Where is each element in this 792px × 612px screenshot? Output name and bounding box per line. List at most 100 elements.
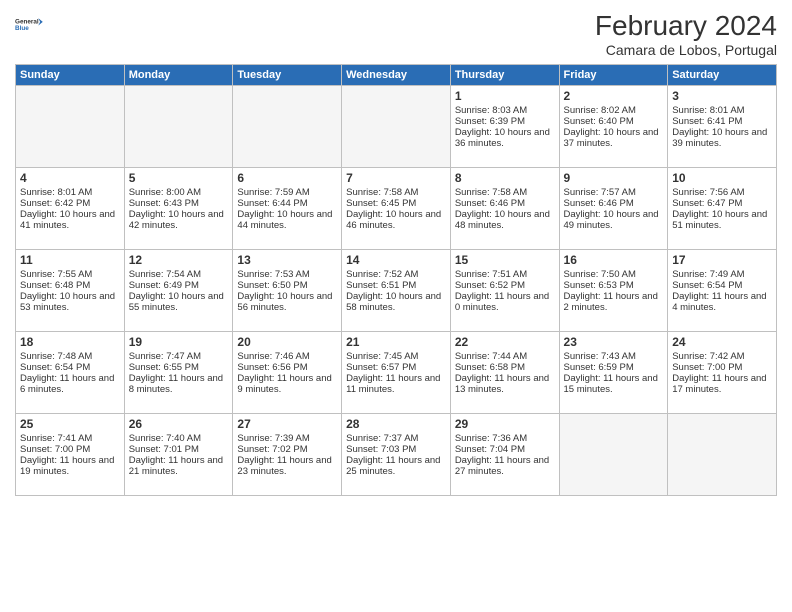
day-number: 8 bbox=[455, 171, 555, 185]
day-number: 16 bbox=[564, 253, 664, 267]
day-info: Sunrise: 7:52 AM bbox=[346, 269, 446, 280]
day-number: 7 bbox=[346, 171, 446, 185]
day-cell: 6Sunrise: 7:59 AMSunset: 6:44 PMDaylight… bbox=[233, 168, 342, 250]
day-info: Sunset: 6:41 PM bbox=[672, 116, 772, 127]
day-cell: 26Sunrise: 7:40 AMSunset: 7:01 PMDayligh… bbox=[124, 414, 233, 496]
header-cell-wednesday: Wednesday bbox=[342, 65, 451, 86]
day-info: Daylight: 11 hours and 25 minutes. bbox=[346, 455, 446, 477]
day-info: Sunrise: 7:51 AM bbox=[455, 269, 555, 280]
day-info: Sunset: 7:01 PM bbox=[129, 444, 229, 455]
day-info: Daylight: 11 hours and 21 minutes. bbox=[129, 455, 229, 477]
day-number: 5 bbox=[129, 171, 229, 185]
day-info: Sunset: 6:54 PM bbox=[20, 362, 120, 373]
day-number: 11 bbox=[20, 253, 120, 267]
day-info: Daylight: 10 hours and 37 minutes. bbox=[564, 127, 664, 149]
day-info: Daylight: 10 hours and 42 minutes. bbox=[129, 209, 229, 231]
header-row: SundayMondayTuesdayWednesdayThursdayFrid… bbox=[16, 65, 777, 86]
day-info: Daylight: 11 hours and 2 minutes. bbox=[564, 291, 664, 313]
day-number: 20 bbox=[237, 335, 337, 349]
day-cell: 24Sunrise: 7:42 AMSunset: 7:00 PMDayligh… bbox=[668, 332, 777, 414]
day-info: Sunrise: 8:00 AM bbox=[129, 187, 229, 198]
week-row-1: 1Sunrise: 8:03 AMSunset: 6:39 PMDaylight… bbox=[16, 86, 777, 168]
day-info: Sunset: 6:47 PM bbox=[672, 198, 772, 209]
day-info: Daylight: 11 hours and 27 minutes. bbox=[455, 455, 555, 477]
day-cell: 17Sunrise: 7:49 AMSunset: 6:54 PMDayligh… bbox=[668, 250, 777, 332]
day-info: Daylight: 11 hours and 9 minutes. bbox=[237, 373, 337, 395]
day-info: Sunset: 6:54 PM bbox=[672, 280, 772, 291]
day-info: Daylight: 10 hours and 56 minutes. bbox=[237, 291, 337, 313]
day-info: Sunrise: 8:02 AM bbox=[564, 105, 664, 116]
day-info: Sunset: 6:44 PM bbox=[237, 198, 337, 209]
logo-icon: GeneralBlue bbox=[15, 10, 45, 40]
week-row-4: 18Sunrise: 7:48 AMSunset: 6:54 PMDayligh… bbox=[16, 332, 777, 414]
day-info: Sunset: 7:04 PM bbox=[455, 444, 555, 455]
day-number: 2 bbox=[564, 89, 664, 103]
day-cell: 11 Sunrise: 7:55 AMSunset: 6:48 PMDayligh… bbox=[16, 250, 125, 332]
day-cell bbox=[668, 414, 777, 496]
day-cell: 10Sunrise: 7:56 AMSunset: 6:47 PMDayligh… bbox=[668, 168, 777, 250]
header-cell-tuesday: Tuesday bbox=[233, 65, 342, 86]
day-info: Sunrise: 7:49 AM bbox=[672, 269, 772, 280]
day-cell: 14 Sunrise: 7:52 AMSunset: 6:51 PMDayligh… bbox=[342, 250, 451, 332]
day-info: Sunrise: 7:36 AM bbox=[455, 433, 555, 444]
day-info: Sunset: 6:51 PM bbox=[346, 280, 446, 291]
day-info: Sunset: 6:39 PM bbox=[455, 116, 555, 127]
day-number: 14 bbox=[346, 253, 446, 267]
day-number: 22 bbox=[455, 335, 555, 349]
day-info: Sunrise: 7:45 AM bbox=[346, 351, 446, 362]
day-info: Sunrise: 7:47 AM bbox=[129, 351, 229, 362]
day-info: Daylight: 11 hours and 6 minutes. bbox=[20, 373, 120, 395]
day-number: 13 bbox=[237, 253, 337, 267]
day-number: 6 bbox=[237, 171, 337, 185]
day-info: Sunset: 6:46 PM bbox=[455, 198, 555, 209]
day-info: Daylight: 10 hours and 39 minutes. bbox=[672, 127, 772, 149]
day-info: Daylight: 10 hours and 44 minutes. bbox=[237, 209, 337, 231]
day-number: 19 bbox=[129, 335, 229, 349]
day-cell: 18Sunrise: 7:48 AMSunset: 6:54 PMDayligh… bbox=[16, 332, 125, 414]
day-number: 17 bbox=[672, 253, 772, 267]
day-cell: 20Sunrise: 7:46 AMSunset: 6:56 PMDayligh… bbox=[233, 332, 342, 414]
day-info: Daylight: 11 hours and 15 minutes. bbox=[564, 373, 664, 395]
day-info: Daylight: 10 hours and 53 minutes. bbox=[20, 291, 120, 313]
week-row-5: 25Sunrise: 7:41 AMSunset: 7:00 PMDayligh… bbox=[16, 414, 777, 496]
day-cell: 8Sunrise: 7:58 AMSunset: 6:46 PMDaylight… bbox=[450, 168, 559, 250]
day-info: Daylight: 11 hours and 17 minutes. bbox=[672, 373, 772, 395]
day-cell: 3Sunrise: 8:01 AMSunset: 6:41 PMDaylight… bbox=[668, 86, 777, 168]
day-cell bbox=[16, 86, 125, 168]
day-number: 12 bbox=[129, 253, 229, 267]
day-info: Sunset: 6:53 PM bbox=[564, 280, 664, 291]
day-number: 10 bbox=[672, 171, 772, 185]
day-info: Daylight: 10 hours and 48 minutes. bbox=[455, 209, 555, 231]
day-number: 9 bbox=[564, 171, 664, 185]
day-info: Sunset: 6:43 PM bbox=[129, 198, 229, 209]
day-info: Sunrise: 7:54 AM bbox=[129, 269, 229, 280]
day-info: Daylight: 10 hours and 46 minutes. bbox=[346, 209, 446, 231]
day-number: 27 bbox=[237, 417, 337, 431]
main-title: February 2024 bbox=[595, 10, 777, 42]
day-info: Sunset: 6:56 PM bbox=[237, 362, 337, 373]
day-info: Sunset: 6:40 PM bbox=[564, 116, 664, 127]
day-info: Sunset: 7:02 PM bbox=[237, 444, 337, 455]
day-info: Sunrise: 7:43 AM bbox=[564, 351, 664, 362]
day-number: 4 bbox=[20, 171, 120, 185]
day-info: Sunrise: 7:41 AM bbox=[20, 433, 120, 444]
subtitle: Camara de Lobos, Portugal bbox=[595, 42, 777, 58]
day-info: Sunrise: 7:55 AM bbox=[20, 269, 120, 280]
svg-text:General: General bbox=[15, 18, 39, 25]
calendar-table: SundayMondayTuesdayWednesdayThursdayFrid… bbox=[15, 64, 777, 496]
day-info: Sunrise: 7:48 AM bbox=[20, 351, 120, 362]
day-cell bbox=[124, 86, 233, 168]
day-number: 3 bbox=[672, 89, 772, 103]
day-info: Sunset: 6:48 PM bbox=[20, 280, 120, 291]
day-cell: 19Sunrise: 7:47 AMSunset: 6:55 PMDayligh… bbox=[124, 332, 233, 414]
day-number: 15 bbox=[455, 253, 555, 267]
day-number: 28 bbox=[346, 417, 446, 431]
title-block: February 2024 Camara de Lobos, Portugal bbox=[595, 10, 777, 58]
day-info: Sunrise: 7:57 AM bbox=[564, 187, 664, 198]
header-cell-thursday: Thursday bbox=[450, 65, 559, 86]
day-number: 24 bbox=[672, 335, 772, 349]
day-cell: 13Sunrise: 7:53 AMSunset: 6:50 PMDayligh… bbox=[233, 250, 342, 332]
day-info: Daylight: 10 hours and 36 minutes. bbox=[455, 127, 555, 149]
day-info: Daylight: 10 hours and 58 minutes. bbox=[346, 291, 446, 313]
day-info: Sunset: 6:52 PM bbox=[455, 280, 555, 291]
